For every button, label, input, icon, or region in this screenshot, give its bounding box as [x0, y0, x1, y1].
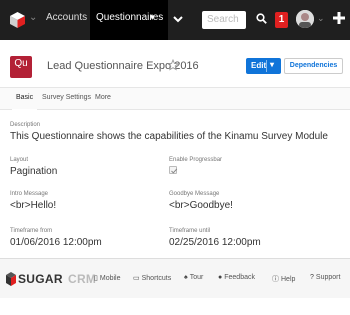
- notifications-badge[interactable]: 1: [275, 12, 288, 28]
- footer-feedback-link[interactable]: ● Feedback: [218, 274, 255, 281]
- footer-support-link[interactable]: ? Support: [310, 274, 340, 281]
- field-value: <br>Goodbye!: [169, 200, 233, 211]
- footer-support-label: Support: [315, 274, 341, 281]
- field-intro-message[interactable]: Intro Message <br>Hello!: [10, 191, 160, 211]
- field-value: Pagination: [10, 166, 58, 177]
- nav-accounts-label: Accounts: [46, 12, 88, 23]
- mobile-icon: ▯: [94, 275, 98, 282]
- binoculars-icon: ♠: [184, 274, 188, 281]
- quick-create-plus-icon[interactable]: [332, 11, 346, 25]
- field-description[interactable]: Description This Questionnaire shows the…: [10, 122, 340, 142]
- field-timeframe-until[interactable]: Timeframe until 02/25/2016 12:00pm: [169, 228, 319, 248]
- footer-bar: SUGAR CRM ▯ Mobile ▭ Shortcuts ♠ Tour ● Feed…: [0, 258, 350, 298]
- field-timeframe-from[interactable]: Timeframe from 01/06/2016 12:00pm: [10, 228, 160, 248]
- comment-icon: ●: [218, 274, 223, 281]
- progressbar-checkbox[interactable]: [169, 166, 178, 174]
- search-placeholder: Search: [207, 14, 239, 25]
- brand-crm-text: CRM: [68, 272, 97, 286]
- field-label: Intro Message: [10, 191, 49, 197]
- keyboard-icon: ▭: [133, 275, 140, 282]
- footer-mobile-label: Mobile: [99, 275, 121, 282]
- caret-down-icon: ▾: [150, 12, 155, 22]
- field-value: 02/25/2016 12:00pm: [169, 237, 261, 248]
- edit-actions-caret-icon[interactable]: ▾: [270, 60, 274, 69]
- user-avatar[interactable]: [296, 10, 314, 28]
- user-menu-chevron-icon[interactable]: ⌄: [317, 13, 325, 24]
- footer-shortcuts-label: Shortcuts: [141, 275, 172, 282]
- nav-questionnaires-tab[interactable]: Questionnaires ▾: [90, 0, 168, 40]
- footer-help-label: Help: [281, 276, 296, 283]
- search-icon[interactable]: [256, 13, 267, 24]
- more-modules-chevron-icon[interactable]: [172, 13, 184, 25]
- sugar-cube-logo-icon[interactable]: [10, 12, 25, 28]
- footer-tour-label: Tour: [189, 274, 204, 281]
- sugar-cube-logo-icon: [6, 272, 16, 286]
- user-avatar-icon: [296, 10, 314, 28]
- footer-mobile-link[interactable]: ▯ Mobile: [94, 274, 120, 282]
- footer-shortcuts-link[interactable]: ▭ Shortcuts: [133, 274, 171, 282]
- tab-survey-settings[interactable]: Survey Settings: [42, 88, 91, 110]
- footer-help-link[interactable]: ⓘ Help: [272, 274, 295, 284]
- checkmark-icon: [171, 168, 178, 174]
- dependencies-button[interactable]: Dependencies: [284, 58, 343, 74]
- record-header: Qu Lead Questionnaire Expo 2016 Edit ▾ D…: [0, 40, 350, 88]
- tab-basic[interactable]: Basic: [11, 88, 38, 111]
- chevron-down-icon[interactable]: ⌄: [29, 12, 37, 23]
- favorite-star-icon[interactable]: [167, 59, 179, 71]
- top-navbar: ⌄ Accounts⌄ Questionnaires ▾ Search ▾ 1 …: [0, 0, 350, 40]
- footer-tour-link[interactable]: ♠ Tour: [184, 274, 203, 281]
- tab-more[interactable]: More: [95, 88, 111, 110]
- question-icon: ?: [310, 274, 314, 281]
- record-body: Description This Questionnaire shows the…: [0, 110, 350, 256]
- info-icon: ⓘ: [272, 276, 279, 283]
- field-label: Timeframe until: [169, 228, 211, 234]
- field-label: Goodbye Message: [169, 191, 220, 197]
- button-divider: [266, 60, 267, 72]
- field-label: Description: [10, 122, 41, 128]
- field-enable-progressbar[interactable]: Enable Progressbar: [169, 157, 319, 174]
- field-value: 01/06/2016 12:00pm: [10, 237, 102, 248]
- field-label: Enable Progressbar: [169, 157, 223, 163]
- field-value: <br>Hello!: [10, 200, 57, 211]
- footer-feedback-label: Feedback: [224, 274, 255, 281]
- field-value: This Questionnaire shows the capabilitie…: [10, 131, 328, 142]
- field-goodbye-message[interactable]: Goodbye Message <br>Goodbye!: [169, 191, 319, 211]
- field-label: Timeframe from: [10, 228, 53, 234]
- brand-sugar-text: SUGAR: [18, 272, 63, 286]
- search-module-caret-icon[interactable]: ▾: [238, 12, 243, 23]
- module-badge: Qu: [10, 56, 32, 78]
- edit-button[interactable]: Edit ▾: [246, 58, 281, 74]
- field-label: Layout: [10, 157, 29, 163]
- edit-button-label: Edit: [251, 61, 267, 70]
- field-layout[interactable]: Layout Pagination: [10, 157, 160, 177]
- record-tabs: Basic Survey Settings More: [0, 88, 350, 111]
